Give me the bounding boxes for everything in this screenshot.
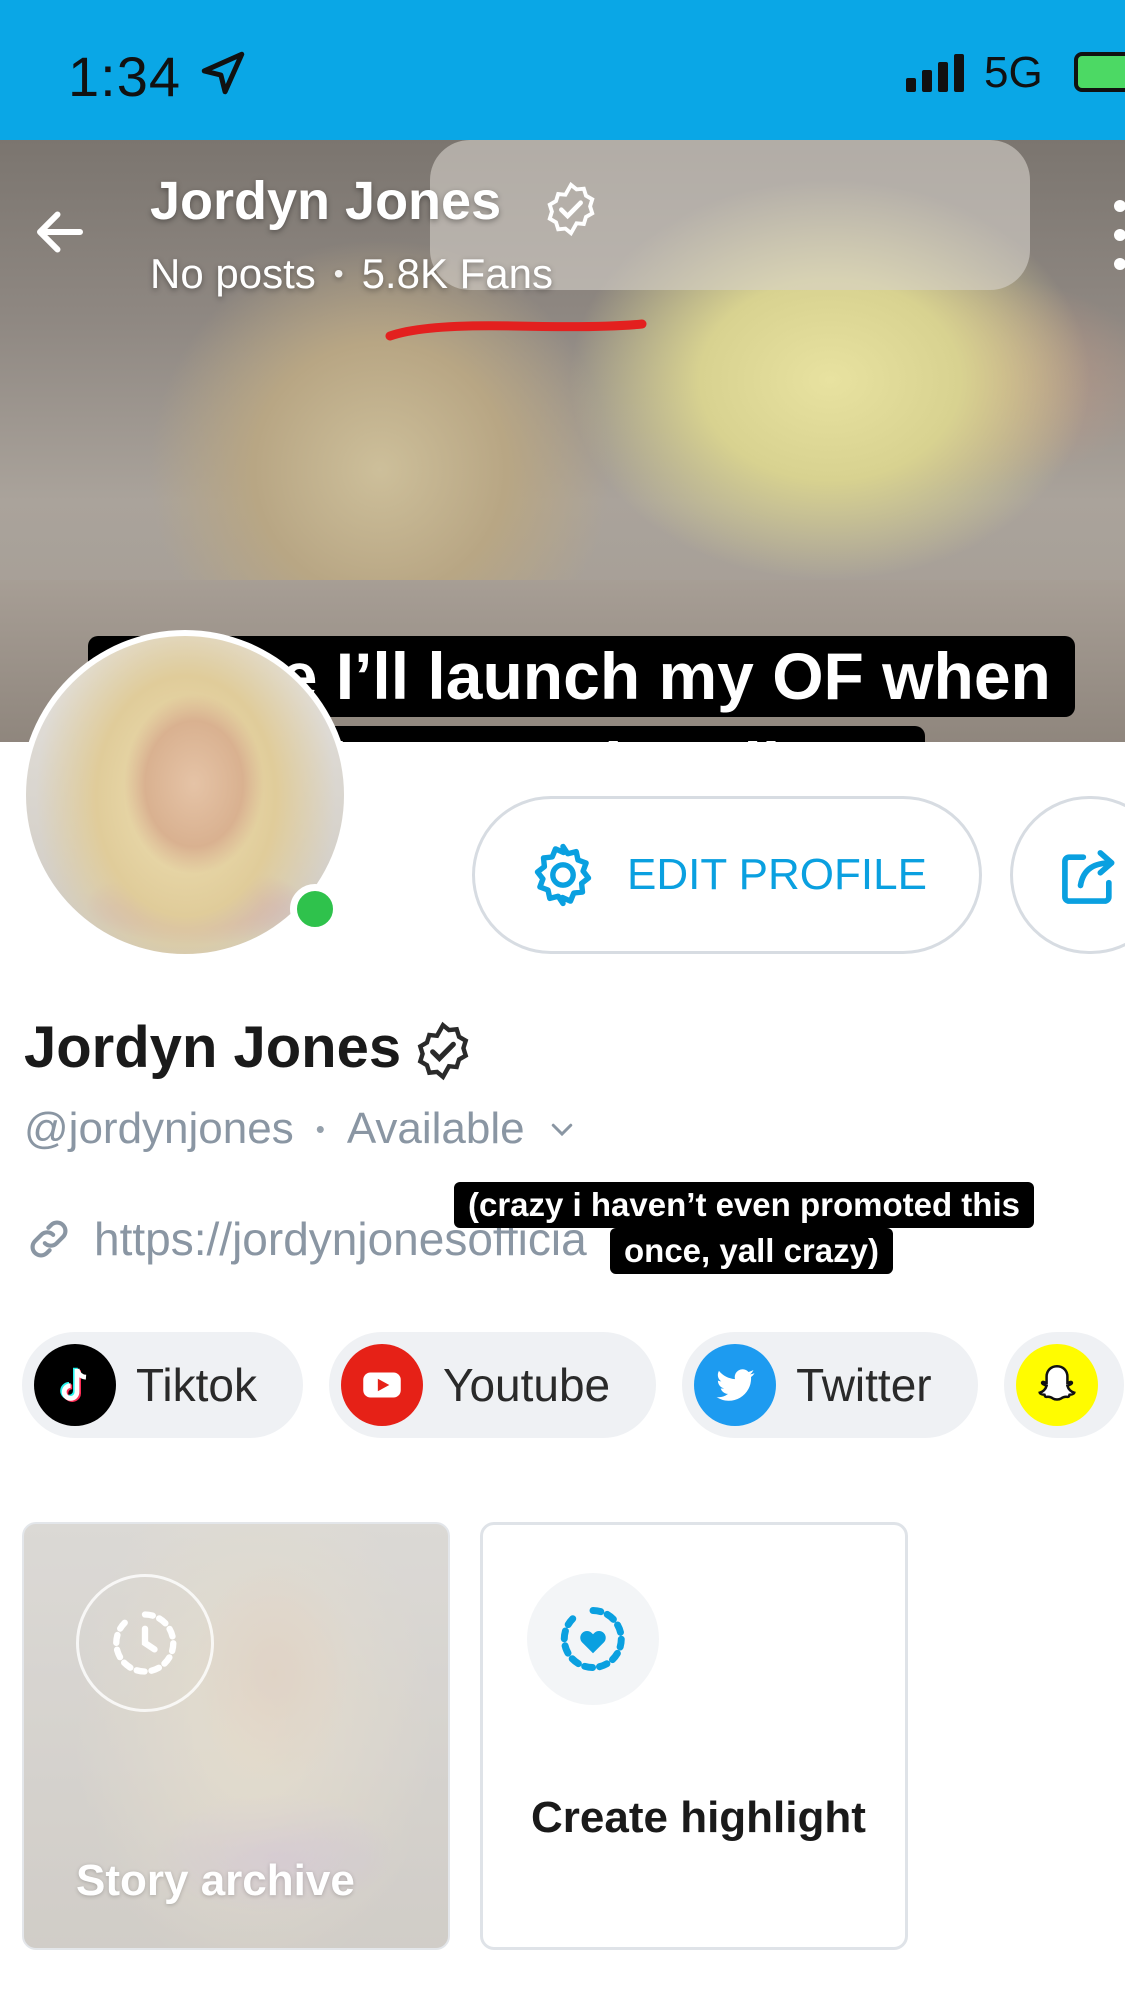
battery-icon bbox=[1074, 52, 1125, 92]
social-chip-youtube[interactable]: Youtube bbox=[328, 1332, 657, 1438]
avatar-container[interactable] bbox=[20, 630, 350, 960]
edit-profile-button[interactable]: EDIT PROFILE bbox=[472, 796, 982, 954]
signal-icon bbox=[906, 52, 964, 92]
social-label: Twitter bbox=[796, 1359, 932, 1411]
fans-count: 5.8K Fans bbox=[361, 250, 554, 297]
overlay-caption-small-line2: once, yall crazy) bbox=[610, 1228, 893, 1274]
profile-handle: @jordynjones bbox=[24, 1104, 294, 1153]
tiktok-icon bbox=[34, 1344, 116, 1426]
youtube-icon bbox=[340, 1344, 423, 1426]
create-highlight-label: Create highlight bbox=[531, 1793, 866, 1842]
status-time: 1:34 bbox=[68, 45, 181, 108]
back-arrow-icon[interactable] bbox=[30, 202, 90, 262]
snapchat-icon bbox=[1015, 1344, 1098, 1426]
story-archive-card[interactable]: Story archive bbox=[22, 1522, 450, 1950]
heart-circle-icon bbox=[527, 1573, 659, 1705]
posts-count: No posts bbox=[150, 250, 316, 297]
create-highlight-card[interactable]: Create highlight bbox=[480, 1522, 908, 1950]
more-options-icon[interactable] bbox=[1110, 200, 1125, 270]
social-chip-twitter[interactable]: Twitter bbox=[682, 1332, 978, 1438]
share-button[interactable] bbox=[1010, 796, 1125, 954]
status-bar: 1:34 5G bbox=[0, 0, 1125, 140]
social-label: Youtube bbox=[442, 1359, 611, 1411]
story-archive-label: Story archive bbox=[76, 1856, 355, 1905]
edit-profile-label: EDIT PROFILE bbox=[627, 850, 927, 899]
network-label: 5G bbox=[984, 48, 1043, 97]
verified-icon bbox=[547, 181, 595, 237]
header-stats: No posts • 5.8K Fans bbox=[150, 250, 554, 297]
verified-icon bbox=[417, 1021, 469, 1081]
profile-name: Jordyn Jones bbox=[24, 1015, 402, 1080]
social-chip-tiktok[interactable]: Tiktok bbox=[22, 1332, 303, 1438]
twitter-icon bbox=[694, 1344, 777, 1426]
chevron-down-icon[interactable] bbox=[547, 1114, 577, 1144]
share-icon bbox=[1062, 850, 1115, 904]
header-name: Jordyn Jones bbox=[150, 171, 502, 231]
online-status-dot bbox=[290, 884, 340, 934]
red-annotation-underline bbox=[385, 319, 647, 341]
story-archive-icon bbox=[76, 1574, 214, 1712]
profile-meta: @jordynjones • Available bbox=[24, 1104, 577, 1154]
gear-icon bbox=[534, 843, 592, 907]
social-chip-snapchat[interactable] bbox=[1003, 1332, 1124, 1438]
social-label: Tiktok bbox=[136, 1359, 257, 1411]
social-links: Tiktok Youtube Twitter bbox=[22, 1332, 1124, 1438]
location-arrow-icon bbox=[201, 51, 245, 95]
overlay-caption-small-line1: (crazy i haven’t even promoted this bbox=[454, 1182, 1034, 1228]
availability-dropdown[interactable]: Available bbox=[347, 1104, 525, 1154]
link-icon bbox=[30, 1220, 68, 1258]
